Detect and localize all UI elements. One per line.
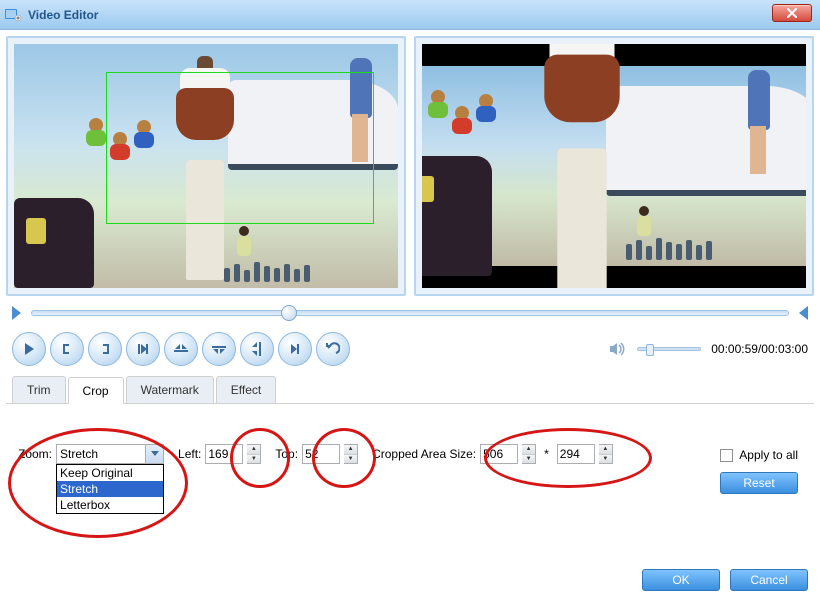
set-in-button[interactable]: [50, 332, 84, 366]
app-icon: [4, 6, 22, 24]
apply-all-checkbox[interactable]: [720, 449, 733, 462]
source-video-frame[interactable]: [14, 44, 398, 288]
scene-luggage: [422, 156, 492, 276]
width-spinner[interactable]: ▲▼: [522, 444, 536, 464]
tab-watermark[interactable]: Watermark: [126, 376, 214, 403]
timeline-row: [6, 302, 814, 324]
footer: OK Cancel: [642, 569, 808, 591]
set-out-button[interactable]: [88, 332, 122, 366]
close-button[interactable]: [772, 4, 812, 22]
play-button[interactable]: [12, 332, 46, 366]
scene-people-far: [626, 230, 766, 260]
controls-row: 00:00:59/00:03:00: [6, 332, 814, 366]
volume-thumb[interactable]: [646, 344, 654, 356]
scene-luggage: [14, 198, 94, 288]
output-preview-pane: [414, 36, 814, 296]
source-preview-pane: [6, 36, 406, 296]
zoom-combo[interactable]: Keep Original Stretch Letterbox: [56, 444, 164, 464]
tab-trim[interactable]: Trim: [12, 376, 66, 403]
crop-rectangle[interactable]: [106, 72, 374, 224]
scene-chipmunk: [426, 90, 450, 118]
zoom-input[interactable]: [57, 445, 145, 463]
height-spinner[interactable]: ▲▼: [599, 444, 613, 464]
timeline-track[interactable]: [31, 310, 789, 316]
top-input[interactable]: [302, 444, 340, 464]
scene-chipmunk: [84, 118, 108, 146]
tab-crop[interactable]: Crop: [68, 377, 124, 404]
scene-woman: [742, 66, 776, 186]
crop-panel: Zoom: Keep Original Stretch Letterbox Le…: [6, 404, 814, 514]
window-title: Video Editor: [28, 8, 816, 22]
volume-slider[interactable]: [637, 347, 701, 351]
titlebar: Video Editor: [0, 0, 820, 30]
time-display: 00:00:59/00:03:00: [711, 342, 808, 356]
undo-button[interactable]: [316, 332, 350, 366]
zoom-dropdown: Keep Original Stretch Letterbox: [56, 464, 164, 514]
scene-chipmunk: [474, 94, 498, 122]
zoom-option-letterbox[interactable]: Letterbox: [57, 497, 163, 513]
width-input[interactable]: [480, 444, 518, 464]
flip-horizontal-button[interactable]: [164, 332, 198, 366]
top-label: Top:: [275, 447, 298, 461]
ok-button[interactable]: OK: [642, 569, 720, 591]
left-input[interactable]: [205, 444, 243, 464]
mirror-button[interactable]: [240, 332, 274, 366]
top-spinner[interactable]: ▲▼: [344, 444, 358, 464]
tabs: Trim Crop Watermark Effect: [6, 376, 814, 404]
scene-chipmunk: [450, 106, 474, 134]
zoom-option-keep-original[interactable]: Keep Original: [57, 465, 163, 481]
left-label: Left:: [178, 447, 201, 461]
reset-button[interactable]: Reset: [720, 472, 798, 494]
crop-form-row: Zoom: Keep Original Stretch Letterbox Le…: [18, 444, 802, 464]
timeline-thumb[interactable]: [281, 305, 297, 321]
zoom-dropdown-button[interactable]: [145, 445, 163, 463]
content-area: 00:00:59/00:03:00 Trim Crop Watermark Ef…: [0, 30, 820, 520]
apply-all-row[interactable]: Apply to all: [720, 448, 798, 462]
timeline-start-marker[interactable]: [12, 306, 21, 320]
size-separator: *: [544, 447, 549, 461]
output-video-frame: [422, 44, 806, 288]
scene-people-far: [224, 252, 364, 282]
volume-icon[interactable]: [609, 341, 627, 357]
left-spinner[interactable]: ▲▼: [247, 444, 261, 464]
prev-frame-button[interactable]: [126, 332, 160, 366]
size-label: Cropped Area Size:: [372, 447, 476, 461]
scene-person-main: [524, 44, 641, 288]
height-input[interactable]: [557, 444, 595, 464]
tab-effect[interactable]: Effect: [216, 376, 276, 403]
next-frame-button[interactable]: [278, 332, 312, 366]
preview-row: [6, 36, 814, 296]
cancel-button[interactable]: Cancel: [730, 569, 808, 591]
zoom-label: Zoom:: [18, 447, 52, 461]
flip-vertical-button[interactable]: [202, 332, 236, 366]
timeline-end-marker[interactable]: [799, 306, 808, 320]
zoom-option-stretch[interactable]: Stretch: [57, 481, 163, 497]
apply-all-label: Apply to all: [739, 448, 798, 462]
